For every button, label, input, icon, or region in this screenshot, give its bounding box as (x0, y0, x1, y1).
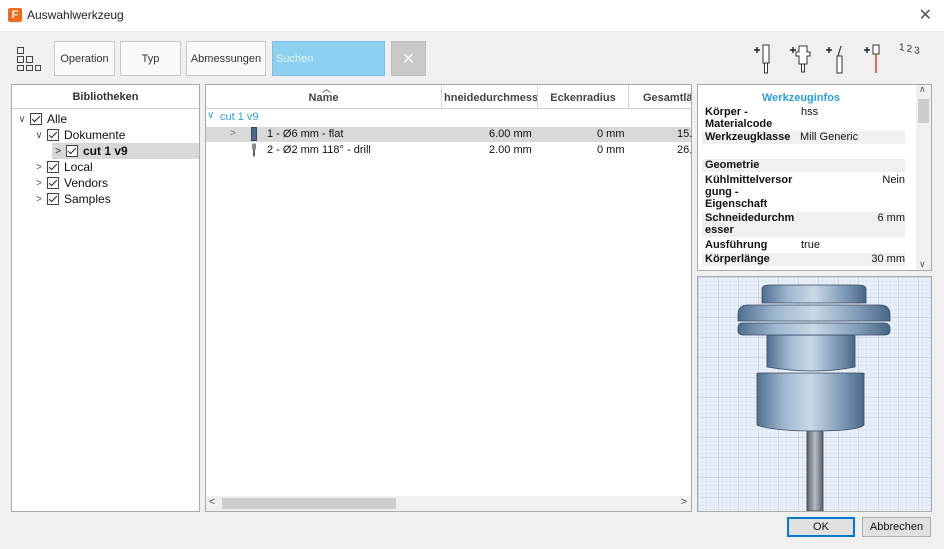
end-mill-icon (251, 127, 257, 144)
checkbox[interactable] (66, 145, 78, 157)
tool-info-title: Werkzeuginfos (762, 92, 841, 104)
tree-item-label: cut 1 v9 (83, 144, 128, 158)
column-header-diameter[interactable]: hneidedurchmess (442, 85, 538, 109)
checkbox[interactable] (47, 177, 59, 189)
scroll-up-icon[interactable]: ∧ (919, 85, 926, 95)
horizontal-scrollbar[interactable]: < > (206, 496, 691, 511)
tool-corner-radius: 0 mm (597, 144, 625, 156)
vertical-scrollbar[interactable]: ∧ ∨ (916, 85, 931, 270)
expand-arrow-icon[interactable]: ∨ (16, 114, 28, 125)
info-row-body-length: Körperlänge 30 mm (702, 253, 905, 266)
add-drill-icon[interactable] (861, 42, 889, 76)
library-panel: Bibliotheken ∨ Alle ∨ Dokumente > cut 1 … (11, 84, 200, 512)
column-header-total-length[interactable]: Gesamtlä (629, 85, 691, 109)
window-title: Auswahlwerkzeug (27, 8, 124, 22)
tool-name: 2 - Ø2 mm 118° - drill (267, 144, 371, 156)
expand-arrow-icon[interactable]: > (52, 146, 64, 157)
info-row-empty (702, 146, 905, 158)
dimensions-filter-button[interactable]: Abmessungen (186, 41, 266, 76)
scrollbar-thumb[interactable] (918, 99, 929, 123)
tree-item-samples[interactable]: > Samples (33, 191, 199, 207)
scroll-right-icon[interactable]: > (681, 496, 687, 508)
numbering-icon[interactable]: 1 2 3 (899, 42, 929, 76)
info-row-cutting-diameter: Schneidedurchm esser 6 mm (702, 212, 905, 237)
info-row-geometry: Geometrie (702, 159, 905, 172)
info-row-style: Ausführung true (705, 239, 820, 251)
tree-item-label: Samples (64, 192, 111, 206)
info-row-material: Körper - Materialcode hss (705, 106, 819, 130)
table-row[interactable]: 2 - Ø2 mm 118° - drill 2.00 mm 0 mm 26. (206, 143, 693, 160)
scroll-left-icon[interactable]: < (209, 496, 215, 508)
add-holder-icon[interactable] (787, 42, 815, 76)
group-row[interactable]: ∨ cut 1 v9 (206, 110, 691, 125)
column-header-name[interactable]: ︿ Name (206, 85, 442, 109)
tree-item-cut-1-v9[interactable]: > cut 1 v9 (52, 143, 199, 159)
tool-total-length: 15. (677, 128, 693, 140)
operation-filter-button[interactable]: Operation (54, 41, 115, 76)
tree-item-label: Alle (47, 112, 68, 126)
column-header-corner-radius[interactable]: Eckenradius (538, 85, 629, 109)
expand-arrow-icon[interactable]: > (33, 194, 45, 205)
tool-corner-radius: 0 mm (597, 128, 625, 140)
app-icon: F (8, 8, 22, 22)
tool-preview-image (698, 277, 931, 511)
search-input[interactable] (272, 41, 385, 76)
tree-item-vendors[interactable]: > Vendors (33, 175, 199, 191)
clear-search-button[interactable]: ✕ (391, 41, 426, 76)
expand-arrow-icon[interactable]: > (33, 162, 45, 173)
tool-total-length: 26. (677, 144, 693, 156)
library-header: Bibliotheken (12, 85, 199, 109)
tool-diameter: 2.00 mm (489, 144, 532, 156)
add-tool-icon[interactable] (751, 42, 779, 76)
title-bar: F Auswahlwerkzeug ✕ (0, 0, 944, 31)
collapse-arrow-icon[interactable]: ∨ (207, 110, 214, 121)
checkbox[interactable] (47, 161, 59, 173)
tree-item-label: Dokumente (64, 128, 126, 142)
scroll-down-icon[interactable]: ∨ (919, 259, 926, 270)
tool-diameter: 6.00 mm (489, 128, 532, 140)
info-row-coolant: Kühlmittelversor gung - Eigenschaft Nein (705, 174, 905, 210)
tree-item-label: Vendors (64, 176, 109, 190)
expand-arrow-icon[interactable]: > (230, 128, 236, 139)
tree-item-label: Local (64, 160, 93, 174)
tool-grid-panel: ︿ Name hneidedurchmess Eckenradius Gesam… (205, 84, 692, 512)
tool-name: 1 - Ø6 mm - flat (267, 128, 344, 140)
add-insert-icon[interactable] (823, 42, 851, 76)
checkbox[interactable] (47, 129, 59, 141)
tree-item-dokumente[interactable]: ∨ Dokumente (33, 127, 199, 143)
group-label: cut 1 v9 (220, 111, 259, 123)
tool-info-panel: Werkzeuginfos Körper - Materialcode hss … (697, 84, 932, 271)
drill-icon (251, 143, 257, 160)
table-row[interactable]: > 1 - Ø6 mm - flat 6.00 mm 0 mm 15. (206, 127, 693, 144)
type-filter-button[interactable]: Typ (120, 41, 181, 76)
cancel-button[interactable]: Abbrechen (862, 517, 931, 537)
view-toggle-icon[interactable] (16, 46, 42, 72)
checkbox[interactable] (47, 193, 59, 205)
expand-arrow-icon[interactable]: > (33, 178, 45, 189)
info-row-tool-class: Werkzeugklasse Mill Generic (702, 131, 905, 144)
tree-item-alle[interactable]: ∨ Alle (16, 111, 199, 127)
expand-arrow-icon[interactable]: ∨ (33, 130, 45, 141)
tree-item-local[interactable]: > Local (33, 159, 199, 175)
ok-button[interactable]: OK (787, 517, 855, 537)
scrollbar-thumb[interactable] (222, 498, 396, 509)
sort-ascending-icon: ︿ (322, 85, 332, 94)
tool-preview (697, 276, 932, 512)
close-icon[interactable]: ✕ (919, 5, 932, 25)
checkbox[interactable] (30, 113, 42, 125)
